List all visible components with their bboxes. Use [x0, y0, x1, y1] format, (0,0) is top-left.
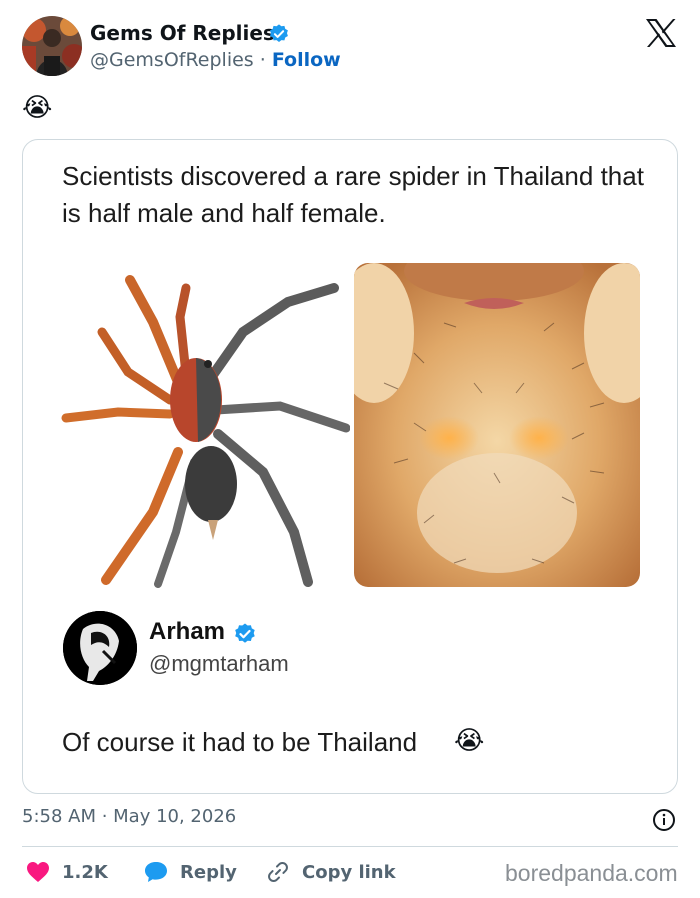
reply-author-handle[interactable]: @mgmtarham [149, 651, 289, 677]
reply-author-name[interactable]: Arham [149, 618, 225, 646]
quoted-post-text: Scientists discovered a rare spider in T… [62, 161, 644, 228]
verified-badge-icon [268, 23, 290, 45]
info-icon[interactable] [652, 808, 676, 832]
follow-link[interactable]: Follow [272, 49, 341, 71]
spider-closeup-photo[interactable] [354, 263, 640, 587]
watermark: boredpanda.com [505, 860, 678, 886]
heart-icon [27, 862, 49, 882]
reply-author-avatar[interactable] [63, 611, 137, 685]
copy-link-label: Copy link [302, 861, 396, 883]
author-handle[interactable]: @GemsOfReplies [90, 49, 254, 71]
reply-emoji: 😭 [454, 726, 485, 756]
link-icon [268, 861, 288, 883]
tweet-emoji: 😭 [22, 93, 53, 123]
handle-separator: · [253, 49, 272, 71]
reply-label: Reply [180, 861, 237, 883]
author-name[interactable]: Gems Of Replies [90, 21, 275, 45]
verified-badge-icon [233, 622, 257, 646]
reply-button[interactable]: Reply [144, 858, 237, 886]
post-timestamp[interactable]: 5:58 AM · May 10, 2026 [22, 806, 236, 827]
reply-text: Of course it had to be Thailand [62, 727, 418, 757]
spider-photo[interactable] [58, 262, 351, 588]
copy-link-button[interactable]: Copy link [266, 858, 396, 886]
reply-bubble-icon [145, 862, 167, 882]
like-button[interactable]: 1.2K [26, 858, 108, 886]
like-count: 1.2K [62, 861, 108, 883]
author-handle-line: @GemsOfReplies · Follow [90, 49, 341, 71]
x-logo-icon[interactable] [644, 18, 678, 48]
author-avatar[interactable] [22, 16, 82, 76]
divider [22, 846, 678, 847]
